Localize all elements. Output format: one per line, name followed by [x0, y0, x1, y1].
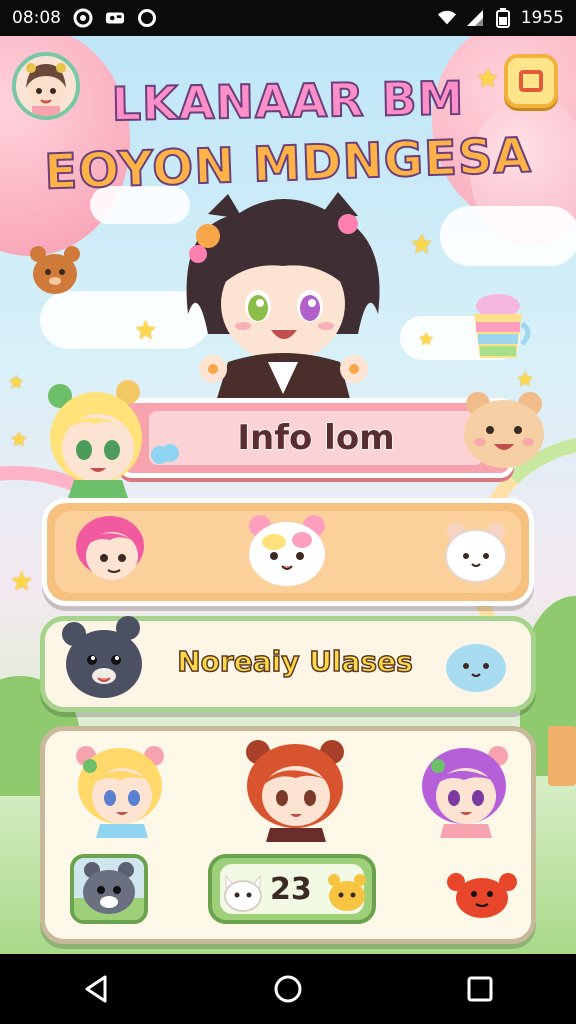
rainbow-cup-character	[474, 294, 531, 358]
blue-blob-character	[446, 644, 506, 692]
star-decoration: ★	[8, 372, 25, 393]
rainbow-hamster-character[interactable]	[244, 512, 330, 588]
star-decoration: ★	[418, 329, 435, 350]
purple-haired-girl-character[interactable]	[414, 742, 514, 838]
gray-cat-icon	[74, 862, 144, 920]
gray-bear-character	[62, 616, 142, 698]
battery-percent: 1955	[520, 8, 564, 28]
blue-blob-decoration	[151, 444, 179, 464]
house-decoration	[548, 726, 576, 786]
star-decoration: ★	[410, 230, 434, 260]
navigation-bar	[0, 954, 576, 1024]
collection-counter-button[interactable]: 23	[208, 854, 376, 924]
blonde-bear-girl-character	[48, 380, 142, 498]
notification-icon	[73, 8, 93, 28]
star-decoration: ★	[134, 316, 158, 346]
nav-home-button[interactable]	[264, 965, 312, 1013]
gray-cat-frame-button[interactable]	[70, 854, 148, 924]
red-haired-bear-girl-character[interactable]	[240, 738, 350, 842]
white-hamster-character[interactable]	[442, 520, 510, 584]
novelty-classes-label: Noreaiy Ulases	[176, 644, 413, 679]
white-kitten-icon	[224, 874, 262, 912]
recents-icon	[467, 976, 493, 1002]
wifi-icon	[437, 8, 457, 28]
star-decoration: ★	[10, 567, 34, 597]
collection-count: 23	[270, 872, 312, 907]
nav-back-button[interactable]	[72, 965, 120, 1013]
game-title-line-1: LKANAAR BM	[110, 70, 465, 132]
star-decoration: ★	[10, 427, 28, 451]
red-crab-character[interactable]	[446, 864, 518, 924]
back-icon	[85, 975, 107, 1003]
mascot-girl-character	[186, 192, 380, 428]
status-bar: 08:08 1955	[0, 0, 576, 36]
home-icon	[274, 975, 302, 1003]
bear-cub-character	[30, 246, 80, 294]
cream-bear-character	[464, 392, 544, 468]
game-screen: ★ ★ ★ ★ ★ ★ ★ ★ ✦ ✦ LKANAAR BM EOYON MDN…	[0, 36, 576, 954]
battery-icon	[493, 8, 513, 28]
blonde-girl-character[interactable]	[70, 742, 170, 838]
cloud-decoration	[440, 206, 576, 266]
photo-icon	[105, 8, 125, 28]
info-button-label: Info lom	[237, 417, 396, 459]
nav-recents-button[interactable]	[456, 965, 504, 1013]
pink-haired-girl-character[interactable]	[70, 512, 150, 588]
status-time: 08:08	[12, 8, 61, 28]
yellow-puppy-icon	[328, 874, 366, 911]
signal-icon	[465, 8, 485, 28]
circle-icon	[137, 8, 157, 28]
star-decoration: ★	[516, 367, 534, 391]
